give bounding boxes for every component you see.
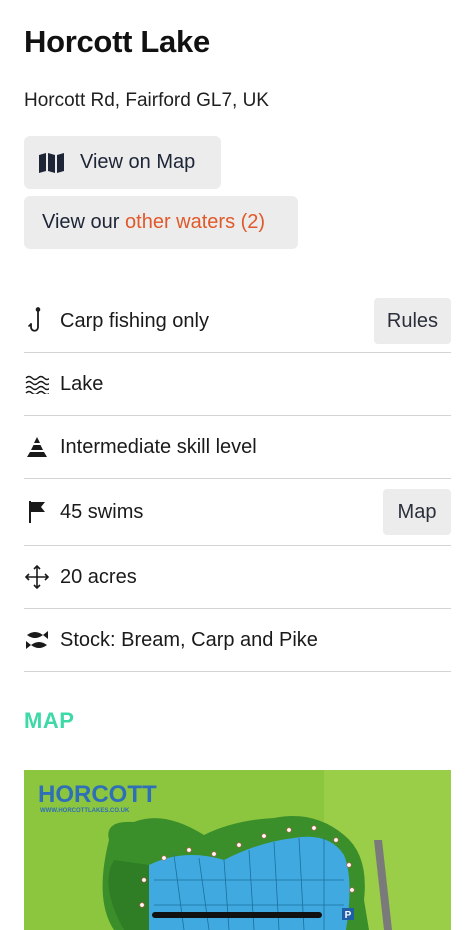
detail-row-skill-level: Intermediate skill level: [24, 416, 451, 479]
map-logo: HORCOTT: [38, 781, 157, 808]
home-indicator: [152, 912, 322, 918]
other-waters-link[interactable]: other waters (2): [125, 211, 265, 234]
view-other-waters-button[interactable]: View our other waters (2): [24, 196, 298, 249]
skill-level-icon: [24, 434, 50, 460]
detail-text: Lake: [60, 372, 104, 395]
map-icon: [38, 152, 66, 174]
fish-icon: [24, 627, 50, 653]
area-arrows-icon: [24, 564, 50, 590]
map-section-heading: MAP: [24, 708, 75, 733]
view-on-map-label: View on Map: [80, 151, 196, 173]
detail-row-swims: 45 swims Map: [24, 479, 451, 546]
address: Horcott Rd, Fairford GL7, UK: [24, 90, 269, 111]
rules-button[interactable]: Rules: [374, 298, 451, 344]
detail-text: 45 swims: [60, 500, 144, 523]
parking-label: P: [345, 910, 352, 921]
waves-icon: [24, 371, 50, 397]
map-logo-url: WWW.HORCOTTLAKES.CO.UK: [40, 808, 130, 814]
flag-icon: [24, 499, 50, 525]
fishing-hook-icon: [24, 307, 50, 334]
lake-map-image[interactable]: P HORCOTT WWW.HORCOTTLAKES.CO.UK: [24, 770, 451, 930]
detail-row-fishing-type: Carp fishing only Rules: [24, 290, 451, 353]
page-title: Horcott Lake: [24, 24, 210, 59]
detail-row-water-type: Lake: [24, 353, 451, 416]
view-other-prefix: View our: [42, 211, 126, 233]
detail-row-stock: Stock: Bream, Carp and Pike: [24, 609, 451, 672]
detail-text: Intermediate skill level: [60, 435, 257, 458]
detail-row-area: 20 acres: [24, 546, 451, 609]
view-on-map-button[interactable]: View on Map: [24, 136, 221, 189]
swims-map-button[interactable]: Map: [383, 489, 451, 535]
detail-text: 20 acres: [60, 565, 137, 588]
lake-detail-page: Horcott Lake Horcott Rd, Fairford GL7, U…: [0, 0, 474, 930]
detail-text: Stock: Bream, Carp and Pike: [60, 628, 318, 651]
detail-text: Carp fishing only: [60, 309, 209, 332]
